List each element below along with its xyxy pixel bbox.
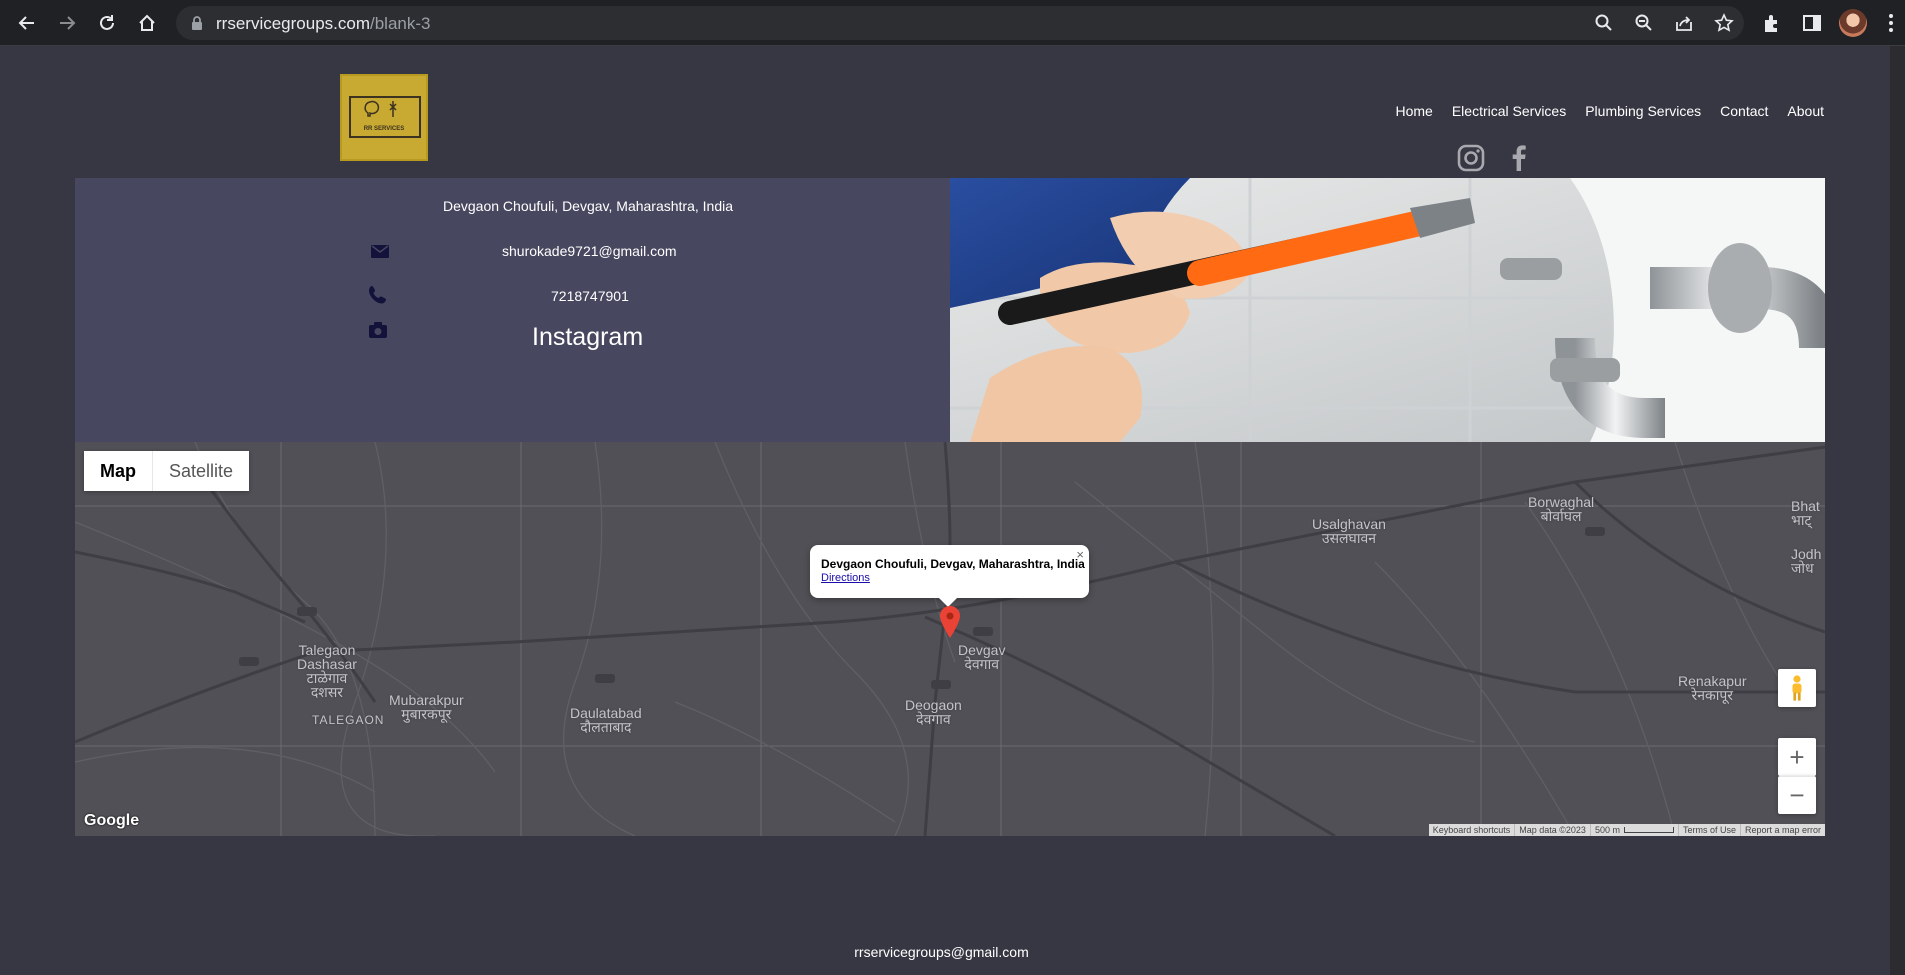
info-window-title: Devgaon Choufuli, Devgav, Maharashtra, I… xyxy=(821,557,1085,571)
menu-contact[interactable]: Contact xyxy=(1720,103,1768,119)
phone-icon xyxy=(369,286,386,304)
search-icon[interactable] xyxy=(1594,13,1614,33)
site-logo[interactable]: RR SERVICES xyxy=(340,74,428,161)
page-scrollbar[interactable] xyxy=(1890,46,1905,975)
address-bar[interactable]: rrservicegroups.com/blank-3 xyxy=(176,6,1744,40)
contact-phone[interactable]: 7218747901 xyxy=(551,288,629,304)
scale-bar[interactable]: 500 m xyxy=(1589,824,1678,836)
menu-electrical-services[interactable]: Electrical Services xyxy=(1452,103,1566,119)
map-marker-icon[interactable] xyxy=(940,606,960,638)
star-icon[interactable] xyxy=(1714,13,1734,33)
place-label: Usalghavan उसलघावन xyxy=(1312,516,1386,546)
scale-line xyxy=(1623,827,1674,833)
social-links xyxy=(1456,143,1534,173)
street-view-pegman-icon[interactable] xyxy=(1778,669,1816,707)
footer-email[interactable]: rrservicegroups@gmail.com xyxy=(0,944,1883,960)
reload-icon[interactable] xyxy=(93,9,121,37)
keyboard-shortcuts-link[interactable]: Keyboard shortcuts xyxy=(1429,824,1515,836)
facebook-icon[interactable] xyxy=(1504,143,1534,173)
back-icon[interactable] xyxy=(13,9,41,37)
google-logo[interactable]: Google xyxy=(84,812,139,830)
share-icon[interactable] xyxy=(1674,13,1694,33)
contact-panel: Devgaon Choufuli, Devgav, Maharashtra, I… xyxy=(75,178,950,442)
zoom-out-icon[interactable] xyxy=(1634,13,1654,33)
home-icon[interactable] xyxy=(133,9,161,37)
plumber-wrench-image xyxy=(950,178,1825,442)
report-map-error-link[interactable]: Report a map error xyxy=(1739,824,1825,836)
browser-toolbar: rrservicegroups.com/blank-3 xyxy=(0,0,1905,46)
place-label: Deogaon देवगाव xyxy=(905,697,962,727)
place-label: TALEGAON xyxy=(312,713,385,727)
forward-icon[interactable] xyxy=(53,9,81,37)
place-label: Jodh जोध xyxy=(1791,546,1822,576)
camera-icon xyxy=(369,322,387,338)
terms-of-use-link[interactable]: Terms of Use xyxy=(1677,824,1740,836)
place-label: Daulatabad दौलताबाद xyxy=(570,705,642,735)
menu-plumbing-services[interactable]: Plumbing Services xyxy=(1585,103,1701,119)
map-type-control: Map Satellite xyxy=(84,451,250,491)
mail-icon xyxy=(371,245,389,258)
side-panel-icon[interactable] xyxy=(1801,12,1823,34)
contact-address: Devgaon Choufuli, Devgav, Maharashtra, I… xyxy=(443,198,734,214)
instagram-icon[interactable] xyxy=(1456,143,1486,173)
contact-email[interactable]: shurokade9721@gmail.com xyxy=(502,243,677,259)
url-text[interactable]: rrservicegroups.com/blank-3 xyxy=(216,14,430,34)
more-menu-icon[interactable] xyxy=(1888,12,1894,34)
directions-link[interactable]: Directions xyxy=(821,572,870,584)
map-data-text: Map data ©2023 xyxy=(1514,824,1590,836)
profile-avatar[interactable] xyxy=(1839,9,1867,37)
place-label: Devgav देवगाव xyxy=(958,642,1006,672)
close-icon[interactable]: × xyxy=(1076,547,1084,562)
place-label: Talegaon Dashasar टाळेगाव दशसर xyxy=(297,642,357,700)
place-label: Bhat भाट् xyxy=(1791,498,1820,528)
zoom-out-button[interactable]: − xyxy=(1778,776,1816,814)
place-label: Renakapur रेनकापूर xyxy=(1678,673,1747,703)
menu-home[interactable]: Home xyxy=(1395,103,1432,119)
map-type-map[interactable]: Map xyxy=(84,451,153,491)
contact-instagram[interactable]: Instagram xyxy=(532,323,643,352)
map-attribution-bar: Keyboard shortcuts Map data ©2023 500 m … xyxy=(1428,824,1825,836)
logo-text: RR SERVICES xyxy=(363,126,405,132)
place-label: Borwaghal बोर्वाघल xyxy=(1528,494,1595,524)
map-info-window: Devgaon Choufuli, Devgav, Maharashtra, I… xyxy=(810,545,1089,607)
plumbing-photo xyxy=(950,178,1825,442)
map-type-satellite[interactable]: Satellite xyxy=(153,451,249,491)
menu-about[interactable]: About xyxy=(1787,103,1824,119)
extensions-icon[interactable] xyxy=(1761,12,1783,34)
main-menu: Home Electrical Services Plumbing Servic… xyxy=(1395,103,1824,119)
map-embed[interactable]: Map Satellite Talegaon Dashasar टाळेगाव … xyxy=(75,442,1825,836)
place-label: Mubarakpur मुबारकपूर xyxy=(389,692,464,722)
bulb-icon xyxy=(364,100,397,117)
zoom-in-button[interactable]: + xyxy=(1778,738,1816,776)
lock-icon[interactable] xyxy=(190,15,204,31)
